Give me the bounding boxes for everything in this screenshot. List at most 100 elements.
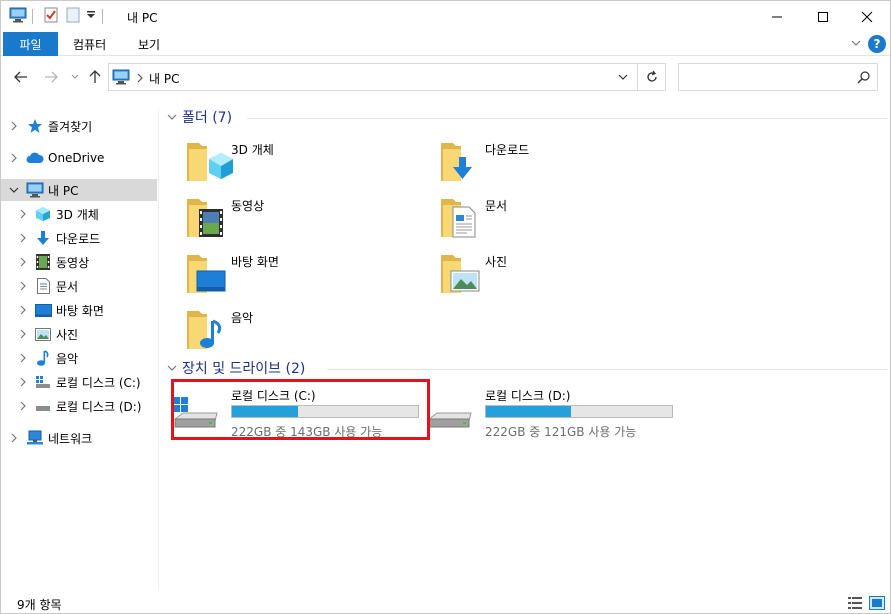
- address-dropdown-icon[interactable]: [617, 71, 629, 86]
- cube-icon: [34, 205, 52, 223]
- folder-label: 동영상: [231, 199, 265, 213]
- sidebar-item-drive-d[interactable]: 로컬 디스크 (D:): [1, 395, 157, 417]
- drive-d[interactable]: 로컬 디스크 (D:) 222GB 중 121GB 사용 가능: [415, 381, 675, 443]
- tab-computer[interactable]: 컴퓨터: [73, 36, 106, 53]
- music-folder-icon: [187, 311, 222, 349]
- computer-icon: [112, 69, 130, 88]
- breadcrumb-chevron-icon[interactable]: [136, 72, 144, 86]
- new-folder-icon[interactable]: [65, 7, 81, 23]
- sidebar-item-3d-objects[interactable]: 3D 개체: [1, 203, 157, 225]
- video-folder-icon: [187, 199, 223, 237]
- minimize-button[interactable]: [754, 1, 800, 32]
- sidebar-item-label: 내 PC: [48, 183, 79, 198]
- group-title: 장치 및 드라이브 (2): [182, 361, 306, 377]
- recent-locations-icon[interactable]: [65, 67, 85, 87]
- expand-ribbon-icon[interactable]: [850, 37, 862, 52]
- sidebar-item-music[interactable]: 음악: [1, 347, 157, 369]
- chevron-down-icon[interactable]: [9, 185, 19, 195]
- chevron-right-icon[interactable]: [18, 281, 28, 291]
- sidebar-item-videos[interactable]: 동영상: [1, 251, 157, 273]
- folder-pictures[interactable]: 사진: [439, 249, 689, 299]
- chevron-right-icon[interactable]: [18, 401, 28, 411]
- folder-videos[interactable]: 동영상: [185, 193, 435, 243]
- sidebar-item-label: 로컬 디스크 (D:): [56, 399, 142, 414]
- download-icon: [34, 229, 52, 247]
- back-arrow-icon[interactable]: [11, 67, 31, 87]
- properties-icon[interactable]: [43, 7, 59, 23]
- drive-usage-bar: [485, 405, 673, 418]
- close-button[interactable]: [844, 1, 890, 32]
- computer-icon: [26, 181, 44, 199]
- desktop-folder-icon: [187, 255, 226, 293]
- sidebar-item-label: 다운로드: [56, 231, 101, 246]
- drives-group-header[interactable]: 장치 및 드라이브 (2): [167, 358, 305, 378]
- sidebar-item-quick-access[interactable]: 즐겨찾기: [1, 115, 157, 137]
- details-view-icon[interactable]: [847, 596, 863, 610]
- chevron-right-icon[interactable]: [18, 233, 28, 243]
- explorer-window: 내 PC 파일 컴퓨터 보기 ? 내 PC 즐겨찾기 OneDrive 내 PC…: [0, 0, 891, 614]
- tab-view[interactable]: 보기: [138, 36, 160, 53]
- chevron-right-icon[interactable]: [18, 353, 28, 363]
- maximize-icon: [818, 11, 828, 22]
- drive-usage-fill: [486, 406, 571, 417]
- chevron-right-icon[interactable]: [18, 257, 28, 267]
- folder-label: 음악: [231, 311, 254, 325]
- group-title: 폴더 (7): [182, 110, 233, 126]
- sidebar-item-label: 로컬 디스크 (C:): [56, 375, 141, 390]
- folder-downloads[interactable]: 다운로드: [439, 137, 689, 187]
- search-input[interactable]: [678, 63, 878, 91]
- maximize-button[interactable]: [800, 1, 846, 32]
- desktop-icon: [34, 301, 52, 319]
- chevron-right-icon[interactable]: [18, 377, 28, 387]
- address-bar[interactable]: 내 PC: [108, 63, 638, 91]
- sidebar-item-label: 사진: [56, 327, 79, 342]
- sidebar-item-onedrive[interactable]: OneDrive: [1, 147, 157, 169]
- sidebar-item-drive-c[interactable]: 로컬 디스크 (C:): [1, 371, 157, 393]
- up-arrow-icon[interactable]: [85, 67, 105, 87]
- customize-toolbar-icon[interactable]: [86, 10, 96, 20]
- sidebar-item-desktop[interactable]: 바탕 화면: [1, 299, 157, 321]
- refresh-button[interactable]: [638, 63, 666, 91]
- chevron-down-icon: [167, 365, 177, 371]
- sidebar-item-label: 즐겨찾기: [48, 119, 93, 134]
- sidebar-item-downloads[interactable]: 다운로드: [1, 227, 157, 249]
- chevron-right-icon[interactable]: [18, 305, 28, 315]
- folder-music[interactable]: 음악: [185, 305, 435, 355]
- highlight-box: [171, 379, 430, 440]
- computer-icon: [9, 7, 27, 23]
- sidebar-item-pictures[interactable]: 사진: [1, 323, 157, 345]
- drive-name: 로컬 디스크 (D:): [485, 389, 571, 403]
- folder-label: 다운로드: [485, 143, 530, 157]
- music-icon: [34, 349, 52, 367]
- folders-group-header[interactable]: 폴더 (7): [167, 107, 232, 127]
- sidebar-item-this-pc[interactable]: 내 PC: [1, 179, 157, 201]
- folder-label: 문서: [485, 199, 508, 213]
- tab-file[interactable]: 파일: [3, 32, 58, 56]
- sidebar-item-documents[interactable]: 문서: [1, 275, 157, 297]
- folder-label: 사진: [485, 255, 508, 269]
- sidebar-item-label: OneDrive: [48, 151, 105, 165]
- folder-3d-objects[interactable]: 3D 개체: [185, 137, 435, 187]
- large-icons-view-icon[interactable]: [869, 596, 885, 610]
- folder-documents[interactable]: 문서: [439, 193, 689, 243]
- drive-icon: [427, 412, 472, 428]
- title-separator: [102, 9, 103, 24]
- breadcrumb-this-pc[interactable]: 내 PC: [149, 70, 179, 87]
- navigation-pane: 즐겨찾기 OneDrive 내 PC 3D 개체 다운로드 동영상 문서 바탕 …: [1, 109, 159, 589]
- sidebar-item-label: 음악: [56, 351, 79, 366]
- chevron-right-icon[interactable]: [9, 153, 19, 163]
- picture-icon: [34, 325, 52, 343]
- sidebar-item-network[interactable]: 네트워크: [1, 427, 157, 449]
- sidebar-item-label: 문서: [56, 279, 79, 294]
- chevron-right-icon[interactable]: [18, 209, 28, 219]
- folder-desktop[interactable]: 바탕 화면: [185, 249, 435, 299]
- title-bar: 내 PC: [1, 1, 890, 32]
- forward-arrow-icon[interactable]: [41, 67, 61, 87]
- document-folder-icon: [441, 199, 476, 238]
- help-button[interactable]: ?: [868, 35, 886, 53]
- ribbon-tabs: 파일 컴퓨터 보기 ?: [1, 32, 890, 56]
- picture-folder-icon: [441, 255, 480, 293]
- chevron-right-icon[interactable]: [18, 329, 28, 339]
- chevron-right-icon[interactable]: [9, 121, 19, 131]
- chevron-right-icon[interactable]: [9, 433, 19, 443]
